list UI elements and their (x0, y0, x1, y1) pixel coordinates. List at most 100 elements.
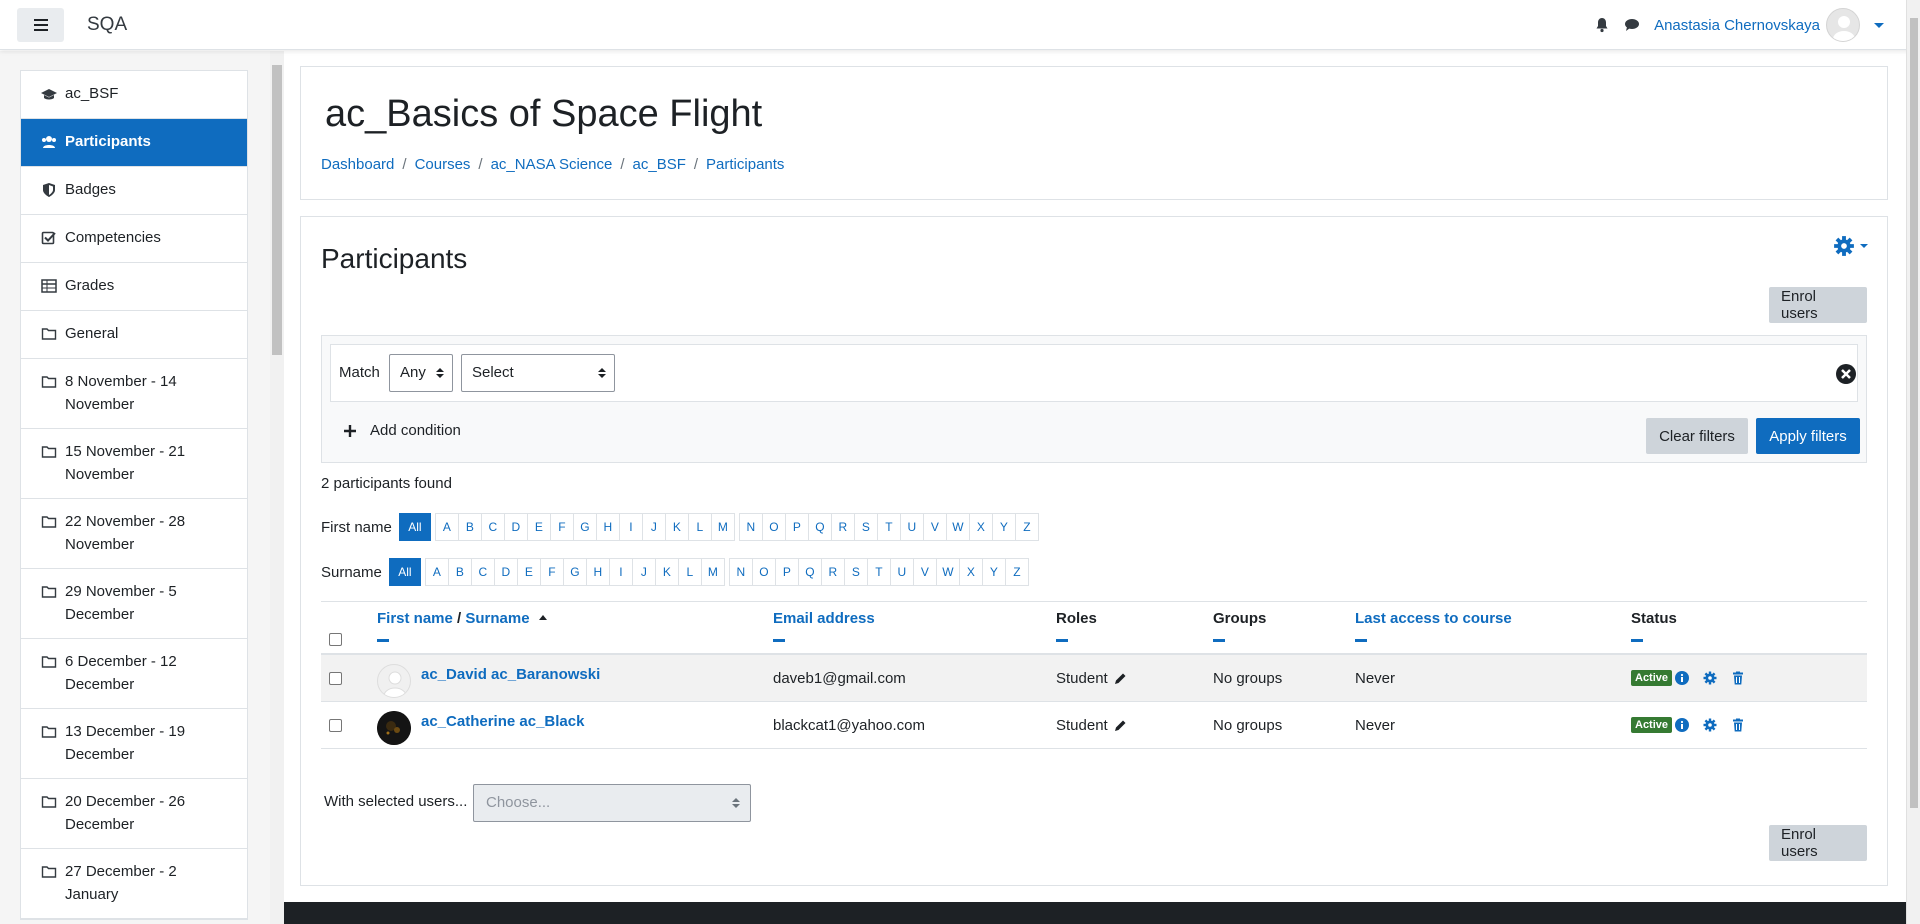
gear-icon[interactable] (1703, 671, 1717, 685)
breadcrumb-dashboard[interactable]: Dashboard (321, 156, 394, 173)
surname-letter-n[interactable]: N (728, 558, 753, 586)
user-avatar[interactable] (1826, 8, 1860, 42)
first-name-letter-u[interactable]: U (899, 513, 924, 541)
drawer-item-participants[interactable]: Participants (21, 119, 247, 167)
sort-surname[interactable]: Surname (465, 610, 529, 627)
surname-letter-l[interactable]: L (677, 558, 702, 586)
surname-letter-h[interactable]: H (585, 558, 610, 586)
sort-first-name[interactable]: First name (377, 610, 453, 627)
clear-filters-button[interactable]: Clear filters (1646, 418, 1748, 454)
surname-letter-e[interactable]: E (516, 558, 541, 586)
menu-toggle-button[interactable] (17, 8, 64, 42)
collapse-column-icon[interactable] (1213, 639, 1225, 642)
surname-letter-q[interactable]: Q (797, 558, 822, 586)
breadcrumb-course[interactable]: ac_BSF (633, 156, 686, 173)
first-name-letter-r[interactable]: R (830, 513, 855, 541)
first-name-letter-a[interactable]: A (434, 513, 459, 541)
drawer-item-grades[interactable]: Grades (21, 263, 247, 311)
apply-filters-button[interactable]: Apply filters (1756, 418, 1860, 454)
collapse-column-icon[interactable] (377, 639, 389, 642)
first-name-letter-p[interactable]: P (784, 513, 809, 541)
drawer-item-section[interactable]: 6 December - 12 December (21, 639, 247, 709)
first-name-letter-o[interactable]: O (761, 513, 786, 541)
drawer-item-general[interactable]: General (21, 311, 247, 359)
page-scrollbar[interactable] (1906, 0, 1920, 924)
add-condition-button[interactable]: Add condition (344, 422, 461, 439)
trash-icon[interactable] (1731, 718, 1745, 732)
first-name-letter-c[interactable]: C (480, 513, 505, 541)
first-name-letter-s[interactable]: S (853, 513, 878, 541)
caret-down-icon[interactable] (1874, 20, 1884, 30)
collapse-column-icon[interactable] (1631, 639, 1643, 642)
select-all-checkbox[interactable] (329, 633, 342, 646)
drawer-item-section[interactable]: 27 December - 2 January (21, 849, 247, 919)
actions-menu[interactable] (1833, 235, 1869, 257)
bulk-action-select[interactable]: Choose... (473, 784, 751, 822)
drawer-item-badges[interactable]: Badges (21, 167, 247, 215)
drawer-item-section[interactable]: 15 November - 21 November (21, 429, 247, 499)
info-icon[interactable] (1675, 718, 1689, 732)
surname-letter-i[interactable]: I (608, 558, 633, 586)
surname-letter-v[interactable]: V (912, 558, 937, 586)
drawer-item-section[interactable]: 8 November - 14 November (21, 359, 247, 429)
first-name-letter-d[interactable]: D (503, 513, 528, 541)
first-name-letter-n[interactable]: N (738, 513, 763, 541)
collapse-column-icon[interactable] (773, 639, 785, 642)
first-name-letter-m[interactable]: M (710, 513, 735, 541)
drawer-item-section[interactable]: 29 November - 5 December (21, 569, 247, 639)
surname-letter-f[interactable]: F (539, 558, 564, 586)
match-select[interactable]: Any (389, 354, 453, 392)
breadcrumb-category[interactable]: ac_NASA Science (491, 156, 613, 173)
first-name-letter-b[interactable]: B (457, 513, 482, 541)
surname-letter-g[interactable]: G (562, 558, 587, 586)
surname-letter-k[interactable]: K (654, 558, 679, 586)
drawer-scrollbar[interactable] (270, 51, 284, 924)
breadcrumb-courses[interactable]: Courses (415, 156, 471, 173)
drawer-item-competencies[interactable]: Competencies (21, 215, 247, 263)
surname-letter-y[interactable]: Y (981, 558, 1006, 586)
participant-name-link[interactable]: ac_David ac_Baranowski (421, 666, 600, 683)
surname-letter-x[interactable]: X (958, 558, 983, 586)
pencil-icon[interactable] (1113, 719, 1127, 733)
drawer-item-section[interactable]: 20 December - 26 December (21, 779, 247, 849)
surname-letter-j[interactable]: J (631, 558, 656, 586)
collapse-column-icon[interactable] (1056, 639, 1068, 642)
surname-letter-w[interactable]: W (935, 558, 960, 586)
first-name-letter-k[interactable]: K (664, 513, 689, 541)
first-name-letter-i[interactable]: I (618, 513, 643, 541)
surname-letter-r[interactable]: R (820, 558, 845, 586)
first-name-letter-w[interactable]: W (945, 513, 970, 541)
first-name-letter-j[interactable]: J (641, 513, 666, 541)
first-name-letter-v[interactable]: V (922, 513, 947, 541)
first-name-letter-q[interactable]: Q (807, 513, 832, 541)
avatar[interactable] (377, 664, 411, 698)
surname-letter-o[interactable]: O (751, 558, 776, 586)
surname-letter-a[interactable]: A (424, 558, 449, 586)
pencil-icon[interactable] (1113, 672, 1127, 686)
first-name-letter-t[interactable]: T (876, 513, 901, 541)
first-name-all[interactable]: All (398, 513, 431, 541)
surname-letter-z[interactable]: Z (1004, 558, 1029, 586)
sort-last-access[interactable]: Last access to course (1355, 610, 1512, 627)
gear-icon[interactable] (1703, 718, 1717, 732)
drawer-item-section[interactable]: 13 December - 19 December (21, 709, 247, 779)
enrol-users-button[interactable]: Enrol users (1769, 825, 1867, 861)
enrol-users-button[interactable]: Enrol users (1769, 287, 1867, 323)
surname-letter-m[interactable]: M (700, 558, 725, 586)
row-checkbox[interactable] (329, 672, 342, 685)
collapse-column-icon[interactable] (1355, 639, 1367, 642)
drawer-item-course[interactable]: ac_BSF (21, 71, 247, 119)
first-name-letter-l[interactable]: L (687, 513, 712, 541)
page-scrollbar-thumb[interactable] (1910, 18, 1918, 808)
surname-letter-b[interactable]: B (447, 558, 472, 586)
site-name[interactable]: SQA (87, 14, 127, 36)
participant-name-link[interactable]: ac_Catherine ac_Black (421, 713, 584, 730)
remove-condition-icon[interactable] (1835, 363, 1857, 385)
surname-letter-p[interactable]: P (774, 558, 799, 586)
first-name-letter-x[interactable]: X (968, 513, 993, 541)
sort-email[interactable]: Email address (773, 610, 875, 627)
surname-all[interactable]: All (388, 558, 421, 586)
avatar[interactable] (377, 711, 411, 745)
first-name-letter-y[interactable]: Y (991, 513, 1016, 541)
surname-letter-u[interactable]: U (889, 558, 914, 586)
